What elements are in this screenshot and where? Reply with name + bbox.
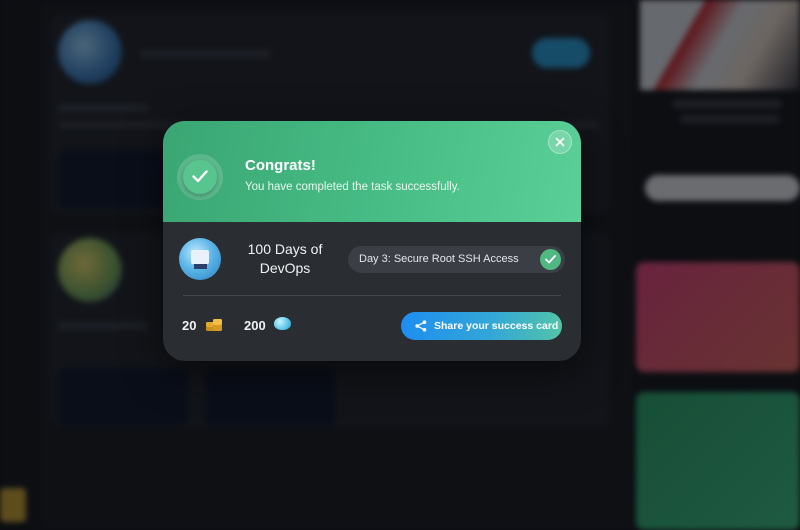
modal-message: You have completed the task successfully… [245, 181, 460, 193]
share-success-card-button[interactable]: Share your success card [401, 312, 562, 340]
server-icon [191, 250, 209, 264]
course-logo [179, 238, 221, 280]
server-base [194, 264, 207, 269]
modal-header: Congrats! You have completed the task su… [163, 121, 581, 222]
share-label: Share your success card [434, 320, 559, 332]
share-icon [415, 320, 427, 332]
checkmark-icon [540, 249, 561, 270]
divider [183, 295, 561, 296]
coins-icon [206, 319, 222, 331]
success-modal: Congrats! You have completed the task su… [163, 121, 581, 361]
task-pill: Day 3: Secure Root SSH Access [348, 246, 565, 273]
gems-reward: 200 [244, 318, 266, 333]
modal-title: Congrats! [245, 157, 316, 174]
task-label: Day 3: Secure Root SSH Access [359, 253, 519, 265]
success-badge [177, 154, 223, 200]
checkmark-icon [183, 160, 217, 194]
gem-icon [274, 317, 291, 330]
coins-reward: 20 [182, 318, 197, 333]
close-button[interactable] [548, 130, 572, 154]
close-icon [555, 137, 565, 147]
course-name: 100 Days of DevOps [247, 241, 323, 276]
